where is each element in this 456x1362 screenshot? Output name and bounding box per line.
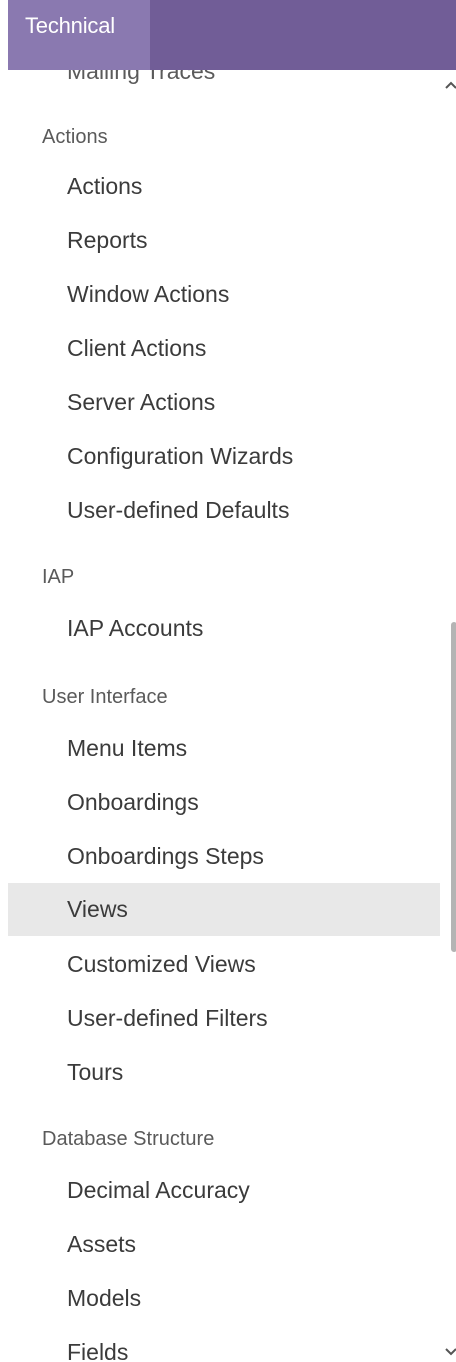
menu-item-iap-accounts[interactable]: IAP Accounts [8, 602, 440, 655]
chevron-up-icon[interactable] [445, 76, 456, 92]
scrollbar-thumb[interactable] [451, 622, 456, 952]
top-navbar: Technical [8, 0, 456, 70]
menu-item-customized-views[interactable]: Customized Views [8, 938, 440, 991]
section-header-database-structure: Database Structure [42, 1128, 215, 1150]
menu-item-views[interactable]: Views [8, 883, 440, 936]
menu-item-client-actions[interactable]: Client Actions [8, 322, 440, 375]
menu-item-assets[interactable]: Assets [8, 1218, 440, 1271]
section-header-user-interface: User Interface [42, 686, 168, 708]
menu-item-reports[interactable]: Reports [8, 214, 440, 267]
menu-item-menu-items[interactable]: Menu Items [8, 722, 440, 775]
technical-menu-tab[interactable]: Technical [8, 0, 150, 70]
menu-item-models[interactable]: Models [8, 1272, 440, 1325]
menu-item-user-defined-defaults[interactable]: User-defined Defaults [8, 484, 440, 537]
menu-item-actions[interactable]: Actions [8, 160, 440, 213]
chevron-down-icon[interactable] [445, 1345, 456, 1361]
technical-menu-title: Technical [25, 13, 115, 38]
menu-item-fields[interactable]: Fields [8, 1326, 440, 1362]
menu-item-window-actions[interactable]: Window Actions [8, 268, 440, 321]
menu-item-decimal-accuracy[interactable]: Decimal Accuracy [8, 1164, 440, 1217]
menu-item-onboardings-steps[interactable]: Onboardings Steps [8, 830, 440, 883]
menu-item-onboardings[interactable]: Onboardings [8, 776, 440, 829]
section-header-actions: Actions [42, 126, 108, 148]
menu-item-user-defined-filters[interactable]: User-defined Filters [8, 992, 440, 1045]
section-header-iap: IAP [42, 566, 75, 588]
menu-item-configuration-wizards[interactable]: Configuration Wizards [8, 430, 440, 483]
dropdown-menu: Mailing Traces Actions Actions Reports W… [8, 0, 456, 1362]
menu-item-tours[interactable]: Tours [8, 1046, 440, 1099]
menu-item-server-actions[interactable]: Server Actions [8, 376, 440, 429]
technical-menu-panel: Mailing Traces Actions Actions Reports W… [0, 0, 456, 1362]
